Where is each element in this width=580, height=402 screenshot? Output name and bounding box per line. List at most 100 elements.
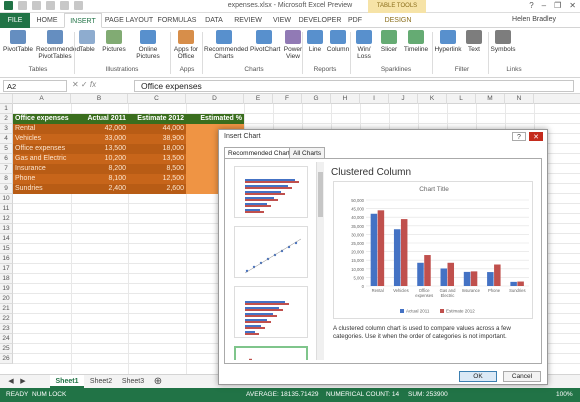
- ribbon-button-pivotchart[interactable]: PivotChart: [250, 30, 280, 53]
- chart-thumbnail[interactable]: [234, 286, 308, 338]
- estimated-percent-header[interactable]: Estimated %: [186, 114, 244, 124]
- scroll-left-icon[interactable]: ◀: [6, 375, 16, 388]
- row-header-21[interactable]: 21: [0, 304, 13, 314]
- tab-formulas[interactable]: FORMULAS: [156, 13, 198, 28]
- tab-home[interactable]: HOME: [32, 13, 62, 28]
- row-header-18[interactable]: 18: [0, 274, 13, 284]
- row-header-23[interactable]: 23: [0, 324, 13, 334]
- row-header-6[interactable]: 6: [0, 154, 13, 164]
- close-icon[interactable]: ✕: [569, 1, 576, 10]
- row-header-2[interactable]: 2: [0, 114, 13, 124]
- table-cell[interactable]: Insurance: [13, 164, 71, 174]
- user-name[interactable]: Helen Bradley: [512, 16, 556, 23]
- column-header-L[interactable]: L: [447, 94, 476, 104]
- row-header-19[interactable]: 19: [0, 284, 13, 294]
- column-header-K[interactable]: K: [418, 94, 447, 104]
- table-cell[interactable]: Gas and Electric: [13, 154, 71, 164]
- ribbon-button-slicer[interactable]: Slicer: [378, 30, 400, 53]
- table-cell[interactable]: 44,000: [128, 124, 186, 134]
- new-sheet-button[interactable]: ⊕: [152, 375, 164, 388]
- ribbon-button-column-sparkline[interactable]: Column: [326, 30, 350, 53]
- row-header-22[interactable]: 22: [0, 314, 13, 324]
- column-header-E[interactable]: E: [244, 94, 273, 104]
- ribbon-button-online-pictures[interactable]: Online Pictures: [128, 30, 168, 60]
- column-header-J[interactable]: J: [389, 94, 418, 104]
- row-header-20[interactable]: 20: [0, 294, 13, 304]
- ribbon-button-pictures[interactable]: Pictures: [102, 30, 126, 53]
- row-header-15[interactable]: 15: [0, 244, 13, 254]
- column-header-M[interactable]: M: [476, 94, 505, 104]
- chart-thumbnail[interactable]: [234, 226, 308, 278]
- scroll-right-icon[interactable]: ▶: [18, 375, 28, 388]
- row-header-17[interactable]: 17: [0, 264, 13, 274]
- tab-data[interactable]: DATA: [200, 13, 228, 28]
- thumbnail-scrollbar[interactable]: [316, 162, 324, 360]
- table-cell[interactable]: 8,500: [128, 164, 186, 174]
- ok-button[interactable]: OK: [459, 371, 497, 382]
- table-cell[interactable]: Office expenses: [13, 144, 71, 154]
- row-header-3[interactable]: 3: [0, 124, 13, 134]
- sheet-tab-1[interactable]: Sheet1: [50, 375, 84, 388]
- row-header-8[interactable]: 8: [0, 174, 13, 184]
- row-header-11[interactable]: 11: [0, 204, 13, 214]
- tab-design[interactable]: DESIGN: [370, 13, 426, 28]
- fx-icon[interactable]: ✕ ✓ fx: [72, 80, 96, 89]
- table-header-cell[interactable]: Estimate 2012: [128, 114, 186, 124]
- row-header-24[interactable]: 24: [0, 334, 13, 344]
- table-cell[interactable]: 13,500: [128, 154, 186, 164]
- ribbon-button-apps[interactable]: Apps for Office: [172, 30, 200, 60]
- formula-input[interactable]: Office expenses: [134, 80, 574, 92]
- table-cell[interactable]: 33,000: [71, 134, 128, 144]
- chart-thumbnail-list[interactable]: [228, 162, 314, 360]
- tab-review[interactable]: REVIEW: [230, 13, 266, 28]
- table-cell[interactable]: 2,600: [128, 184, 186, 194]
- column-header-H[interactable]: H: [331, 94, 360, 104]
- tab-view[interactable]: VIEW: [268, 13, 296, 28]
- ribbon-button-line-sparkline[interactable]: Line: [303, 30, 327, 53]
- chart-thumbnail[interactable]: [234, 346, 308, 360]
- column-header-G[interactable]: G: [302, 94, 331, 104]
- row-header-10[interactable]: 10: [0, 194, 13, 204]
- row-header-25[interactable]: 25: [0, 344, 13, 354]
- cancel-button[interactable]: Cancel: [503, 371, 541, 382]
- ribbon-button-recommended-charts[interactable]: Recommended Charts: [204, 30, 248, 60]
- sheet-tab-3[interactable]: Sheet3: [118, 375, 148, 388]
- dialog-help-button[interactable]: ?: [512, 132, 526, 141]
- ribbon-button-text[interactable]: Text: [462, 30, 486, 53]
- column-header-A[interactable]: A: [13, 94, 71, 104]
- column-header-B[interactable]: B: [71, 94, 128, 104]
- row-header-26[interactable]: 26: [0, 354, 13, 364]
- dialog-close-button[interactable]: ✕: [529, 132, 543, 141]
- column-header-N[interactable]: N: [505, 94, 534, 104]
- column-header-C[interactable]: C: [128, 94, 186, 104]
- row-header-12[interactable]: 12: [0, 214, 13, 224]
- ribbon-button-table[interactable]: Table: [76, 30, 98, 53]
- table-cell[interactable]: 8,200: [71, 164, 128, 174]
- row-header-13[interactable]: 13: [0, 224, 13, 234]
- row-header-9[interactable]: 9: [0, 184, 13, 194]
- column-header-F[interactable]: F: [273, 94, 302, 104]
- ribbon-button-winloss-sparkline[interactable]: Win/ Loss: [351, 30, 377, 60]
- ribbon-button-recommended-pivottables[interactable]: Recommended PivotTables: [36, 30, 80, 60]
- ribbon-button-hyperlink[interactable]: Hyperlink: [434, 30, 462, 53]
- row-header-16[interactable]: 16: [0, 254, 13, 264]
- table-cell[interactable]: 42,000: [71, 124, 128, 134]
- tab-insert[interactable]: INSERT: [64, 13, 102, 28]
- tab-file[interactable]: FILE: [0, 13, 30, 28]
- table-cell[interactable]: 38,900: [128, 134, 186, 144]
- column-header-I[interactable]: I: [360, 94, 389, 104]
- table-header-cell[interactable]: Office expenses: [13, 114, 71, 124]
- table-cell[interactable]: 10,200: [71, 154, 128, 164]
- row-header-4[interactable]: 4: [0, 134, 13, 144]
- minimize-icon[interactable]: –: [542, 1, 546, 10]
- help-icon[interactable]: ?: [529, 1, 533, 10]
- sheet-tab-2[interactable]: Sheet2: [86, 375, 116, 388]
- row-header-14[interactable]: 14: [0, 234, 13, 244]
- row-header-1[interactable]: 1: [0, 104, 13, 114]
- ribbon-button-timeline[interactable]: Timeline: [402, 30, 430, 53]
- table-cell[interactable]: Rental: [13, 124, 71, 134]
- table-cell[interactable]: 2,400: [71, 184, 128, 194]
- row-header-5[interactable]: 5: [0, 144, 13, 154]
- tab-recommended-charts[interactable]: Recommended Charts: [224, 147, 298, 158]
- column-header-D[interactable]: D: [186, 94, 244, 104]
